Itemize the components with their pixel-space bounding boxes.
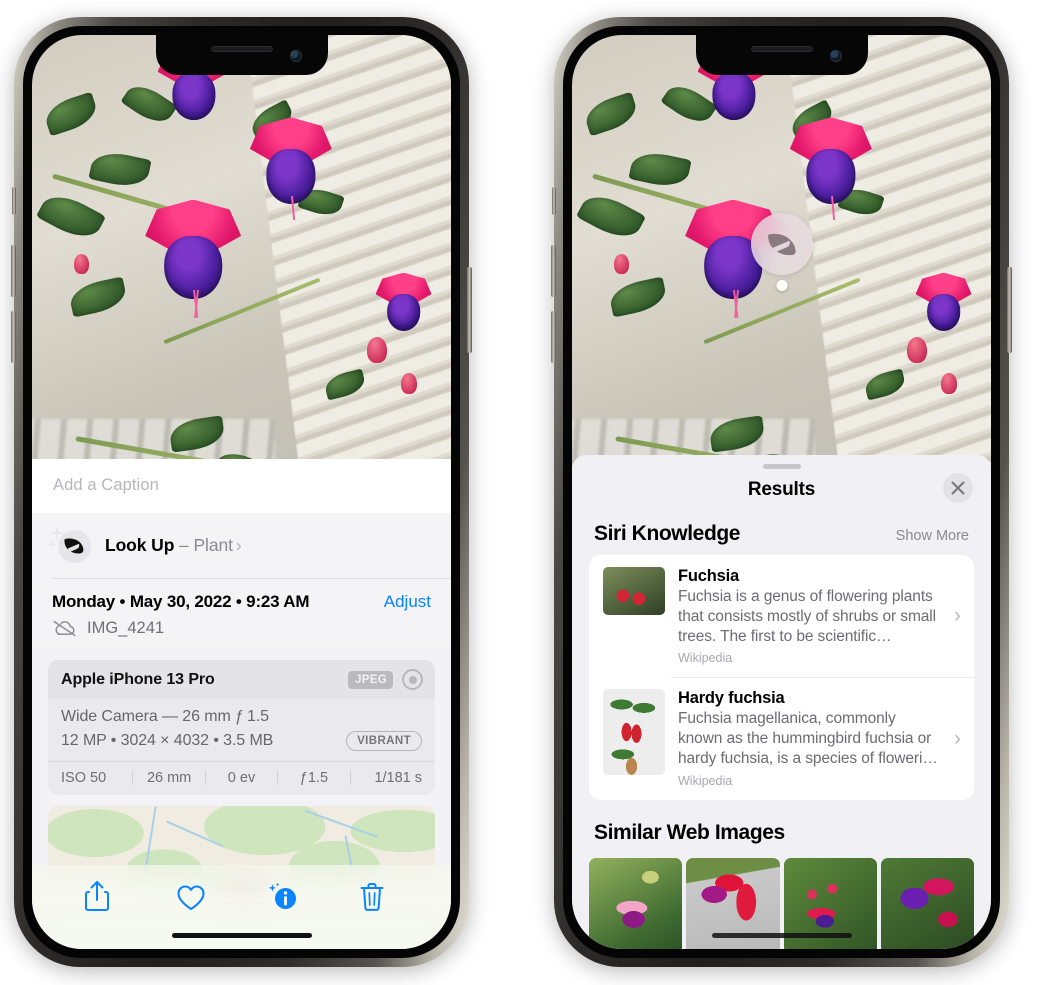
camera-device-name: Apple iPhone 13 Pro	[61, 670, 215, 688]
exif-strip: ISO 50 26 mm 0 ev ƒ1.5 1/181 s	[48, 761, 435, 795]
visual-look-up-badge[interactable]	[750, 213, 813, 275]
fuchsia-bloom	[145, 199, 242, 319]
screenshot-canvas: Add a Caption Look Up – Plant › Monday •…	[0, 0, 1055, 985]
home-indicator[interactable]	[171, 933, 312, 938]
volume-down-button[interactable]	[11, 311, 16, 363]
similar-image-4[interactable]	[880, 857, 974, 949]
cloud-slash-icon	[52, 620, 77, 637]
flower-bud	[907, 336, 928, 363]
earpiece-speaker	[210, 46, 273, 52]
flower-bud	[73, 254, 89, 275]
look-up-dash: –	[174, 534, 194, 555]
fuchsia-bloom	[249, 117, 332, 221]
iphone-right: Results Siri Knowledge Show More Fuchsia…	[551, 17, 1012, 967]
display-notch	[695, 35, 868, 75]
info-sparkle-icon[interactable]	[266, 879, 308, 919]
heart-icon[interactable]	[175, 879, 217, 919]
iphone-left: Add a Caption Look Up – Plant › Monday •…	[11, 17, 472, 967]
chevron-right-icon: ›	[235, 534, 242, 555]
device-bezel: Add a Caption Look Up – Plant › Monday •…	[23, 26, 460, 958]
chevron-right-icon: ›	[954, 726, 961, 750]
front-camera-icon	[829, 50, 842, 62]
exif-iso: ISO 50	[61, 770, 107, 786]
power-button[interactable]	[467, 267, 472, 353]
knowledge-description: Fuchsia magellanica, commonly known as t…	[678, 710, 938, 768]
adjust-button[interactable]: Adjust	[384, 592, 431, 612]
section-title: Siri Knowledge	[594, 522, 741, 545]
leaf-sparkle-icon	[46, 525, 92, 565]
knowledge-source: Wikipedia	[678, 773, 733, 788]
caption-field[interactable]: Add a Caption	[32, 459, 451, 513]
siri-knowledge-header: Siri Knowledge Show More	[572, 501, 991, 555]
mute-switch[interactable]	[12, 187, 16, 215]
visual-look-up-dot	[776, 280, 787, 291]
show-more-button[interactable]: Show More	[896, 528, 969, 544]
fuchsia-bloom	[375, 272, 432, 337]
file-name: IMG_4241	[87, 619, 165, 637]
capture-date: Monday • May 30, 2022 • 9:23 AM	[52, 592, 310, 611]
hardy-fuchsia-thumbnail	[603, 689, 665, 776]
aperture-icon	[402, 669, 423, 690]
power-button[interactable]	[1007, 267, 1012, 353]
volume-up-button[interactable]	[551, 245, 556, 297]
share-icon[interactable]	[83, 879, 125, 919]
flower-bud	[613, 254, 629, 275]
resolution-info: 12 MP • 3024 × 4032 • 3.5 MB	[61, 732, 274, 749]
look-up-text: Look Up	[105, 534, 175, 555]
screen-right: Results Siri Knowledge Show More Fuchsia…	[572, 35, 991, 949]
lens-info: Wide Camera — 26 mm ƒ 1.5	[61, 708, 269, 725]
sheet-title: Results	[747, 479, 816, 500]
home-indicator[interactable]	[711, 933, 852, 938]
look-up-label: Look Up – Plant ›	[105, 535, 242, 556]
earpiece-speaker	[750, 46, 813, 52]
similar-image-1[interactable]	[589, 857, 683, 949]
fuchsia-bloom	[789, 117, 872, 221]
knowledge-source: Wikipedia	[678, 651, 733, 666]
leaf-icon	[767, 231, 796, 257]
exif-shutter: 1/181 s	[374, 770, 423, 786]
chevron-right-icon: ›	[954, 604, 961, 628]
fuchsia-bloom	[915, 272, 972, 337]
similar-images-header: Similar Web Images	[572, 800, 991, 849]
exif-aperture: ƒ1.5	[299, 770, 329, 786]
knowledge-row[interactable]: Hardy fuchsia Fuchsia magellanica, commo…	[589, 677, 974, 799]
front-camera-icon	[289, 50, 302, 62]
trash-icon[interactable]	[358, 879, 400, 919]
flower-bud	[367, 336, 388, 363]
fuchsia-thumbnail	[603, 567, 665, 615]
section-title: Similar Web Images	[594, 820, 785, 844]
knowledge-title: Fuchsia	[678, 567, 739, 585]
results-sheet: Results Siri Knowledge Show More Fuchsia…	[572, 455, 991, 949]
screen-left: Add a Caption Look Up – Plant › Monday •…	[32, 35, 451, 949]
look-up-row[interactable]: Look Up – Plant ›	[32, 513, 451, 578]
knowledge-title: Hardy fuchsia	[678, 689, 785, 708]
volume-down-button[interactable]	[551, 311, 556, 363]
flower-bud	[400, 373, 417, 395]
exif-focal: 26 mm	[146, 770, 192, 786]
knowledge-card-list: Fuchsia Fuchsia is a genus of flowering …	[589, 555, 974, 800]
device-bezel: Results Siri Knowledge Show More Fuchsia…	[563, 26, 1000, 958]
look-up-subject: Plant	[193, 534, 233, 555]
exif-ev: 0 ev	[227, 770, 256, 786]
mute-switch[interactable]	[552, 187, 556, 215]
close-icon[interactable]	[943, 473, 973, 503]
photographic-style-badge: VIBRANT	[346, 731, 422, 751]
knowledge-row[interactable]: Fuchsia Fuchsia is a genus of flowering …	[589, 555, 974, 677]
photo-metadata: Monday • May 30, 2022 • 9:23 AM Adjust I…	[32, 579, 451, 648]
flower-bud	[940, 373, 957, 395]
knowledge-description: Fuchsia is a genus of flowering plants t…	[678, 588, 936, 645]
display-notch	[155, 35, 328, 75]
format-badge: JPEG	[348, 670, 393, 689]
volume-up-button[interactable]	[11, 245, 16, 297]
camera-info-card: Apple iPhone 13 Pro JPEG Wide Camera — 2…	[48, 660, 435, 795]
